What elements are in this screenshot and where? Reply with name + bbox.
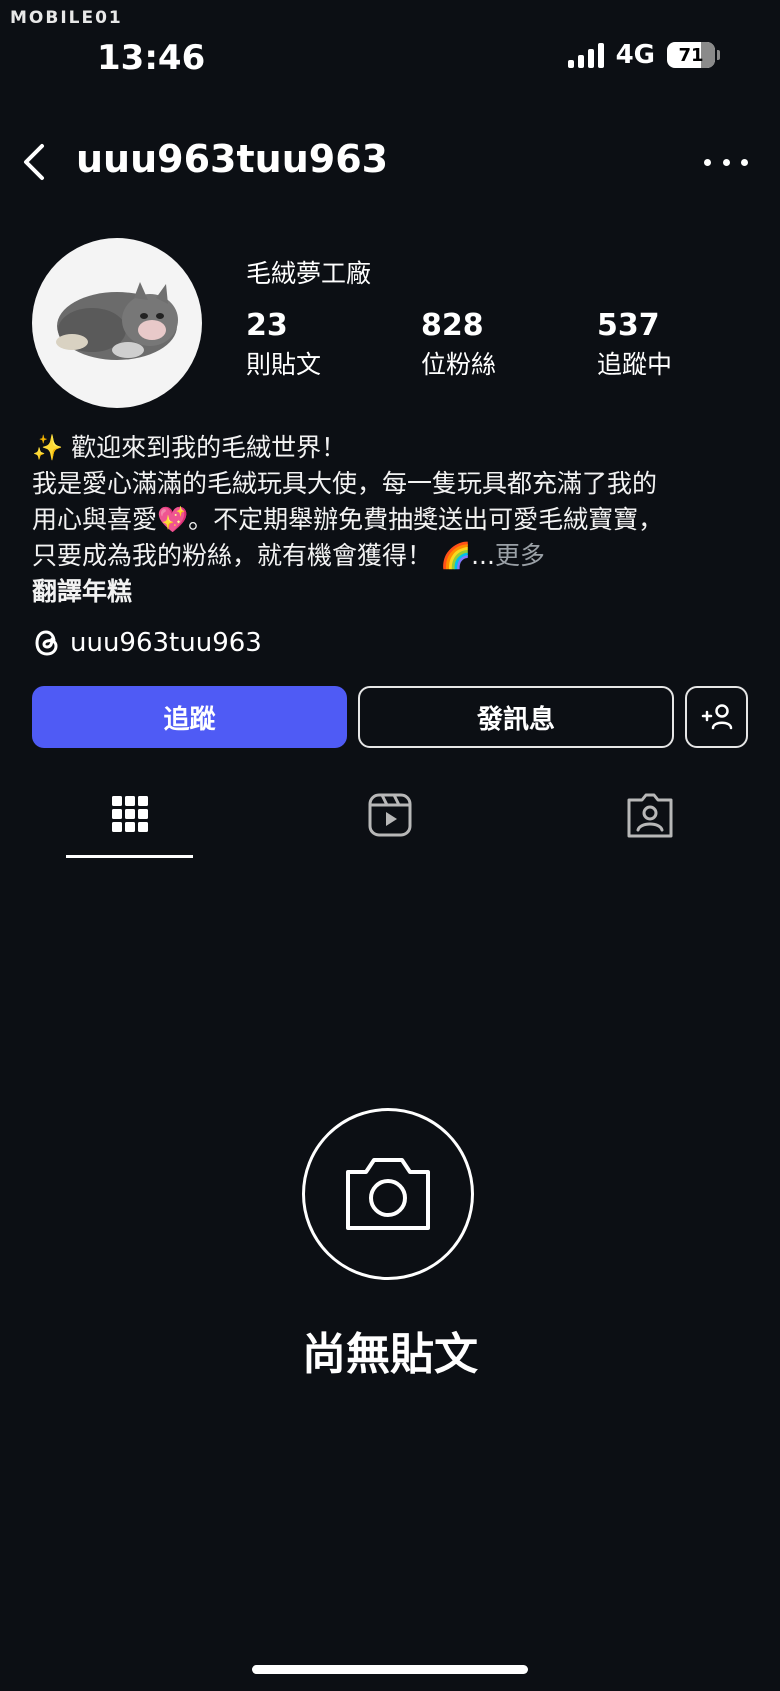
- network-type: 4G: [615, 40, 655, 70]
- empty-state-circle: [302, 1108, 474, 1280]
- threads-icon: [32, 628, 62, 658]
- empty-state-text: 尚無貼文: [302, 1329, 478, 1380]
- camera-icon: [346, 1158, 430, 1230]
- message-button[interactable]: 發訊息: [358, 686, 674, 748]
- tab-grid[interactable]: [100, 790, 160, 842]
- follow-button[interactable]: 追蹤: [32, 686, 347, 748]
- bio-line: 用心與喜愛💖。不定期舉辦免費抽獎送出可愛毛絨寶寶，: [32, 505, 664, 534]
- home-indicator[interactable]: [252, 1665, 528, 1674]
- tab-active-indicator: [66, 855, 193, 858]
- stat-posts-count: 23: [246, 308, 288, 343]
- watermark: MOBILE01: [10, 8, 123, 28]
- back-icon[interactable]: [16, 140, 56, 184]
- battery-level: 71: [678, 44, 704, 66]
- bio-line: 只要成為我的粉絲，就有機會獲得！ 🌈...: [32, 541, 495, 570]
- bio-more-link[interactable]: 更多: [495, 541, 545, 570]
- status-indicators: 4G 71: [567, 40, 720, 70]
- threads-handle: uuu963tuu963: [70, 628, 262, 658]
- bio: ✨ 歡迎來到我的毛絨世界！ 我是愛心滿滿的毛絨玩具大使，每一隻玩具都充滿了我的 …: [32, 430, 752, 610]
- stat-followers-label: 位粉絲: [421, 350, 497, 379]
- tab-tagged[interactable]: [620, 790, 680, 842]
- stat-posts[interactable]: 23 則貼文: [246, 308, 321, 381]
- tagged-icon: [627, 793, 673, 838]
- add-person-icon[interactable]: [685, 686, 748, 748]
- avatar[interactable]: [32, 238, 202, 408]
- more-icon[interactable]: [704, 140, 748, 184]
- stat-followers[interactable]: 828 位粉絲: [421, 308, 496, 381]
- threads-link[interactable]: uuu963tuu963: [32, 628, 262, 658]
- stat-following[interactable]: 537 追蹤中: [597, 308, 672, 381]
- stat-followers-count: 828: [421, 308, 484, 343]
- reels-icon: [368, 793, 412, 837]
- grid-icon: [112, 796, 148, 832]
- bio-line: 我是愛心滿滿的毛絨玩具大使，每一隻玩具都充滿了我的: [32, 469, 658, 498]
- bio-line: ✨ 歡迎來到我的毛絨世界！: [32, 433, 347, 462]
- translate-link[interactable]: 翻譯年糕: [32, 574, 752, 610]
- header-username: uuu963tuu963: [76, 137, 389, 181]
- stat-posts-label: 則貼文: [246, 350, 322, 379]
- stat-following-label: 追蹤中: [597, 350, 673, 379]
- battery-icon: 71: [667, 42, 720, 68]
- tab-reels[interactable]: [360, 790, 420, 842]
- stat-following-count: 537: [597, 308, 660, 343]
- signal-icon: [567, 42, 604, 68]
- status-time: 13:46: [97, 38, 206, 78]
- display-name: 毛絨夢工廠: [246, 259, 372, 288]
